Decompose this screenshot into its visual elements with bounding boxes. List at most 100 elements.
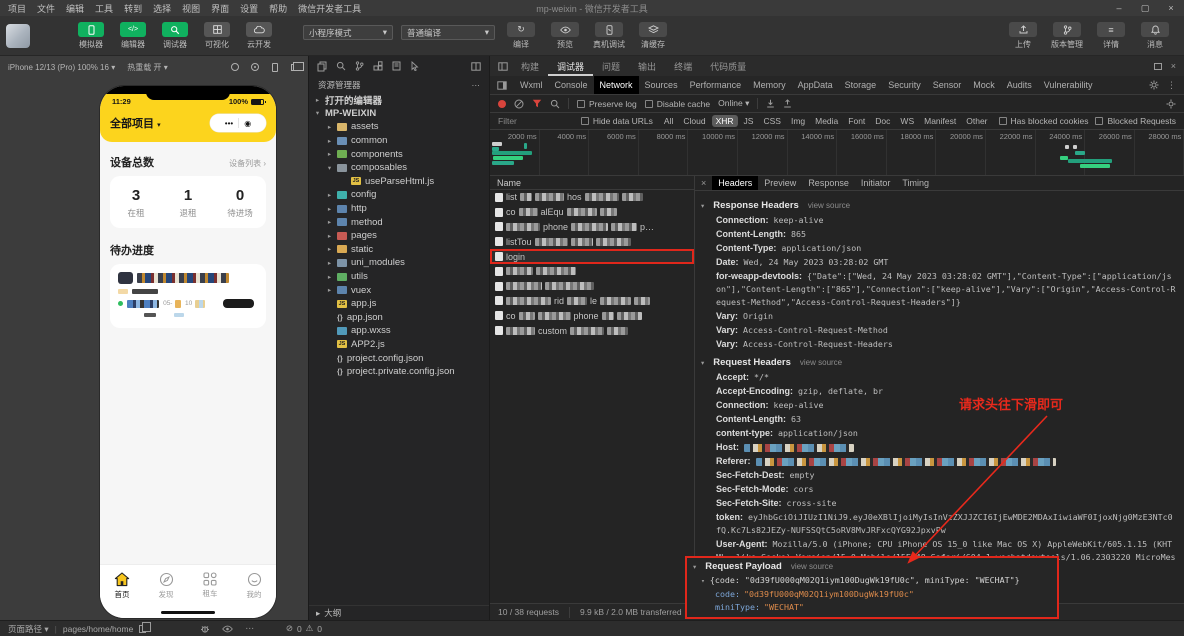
filter-type[interactable]: JS [740, 115, 758, 127]
request-row[interactable]: listhos [490, 190, 694, 205]
compile-button[interactable]: ↻ 编译 [504, 22, 538, 50]
filter-type[interactable]: CSS [759, 115, 784, 127]
message-button[interactable]: 消息 [1138, 22, 1172, 50]
view-source-link[interactable]: view source [808, 201, 850, 210]
stat-item[interactable]: 1 退租 [162, 187, 214, 219]
details-tab[interactable]: Timing [896, 176, 935, 190]
device-select[interactable]: iPhone 12/13 (Pro) 100% 16 ▾ [8, 63, 115, 72]
filter-type[interactable]: Cloud [679, 115, 709, 127]
version-manage-button[interactable]: 版本管理 [1050, 22, 1084, 50]
filter-type[interactable]: Other [962, 115, 991, 127]
minimize-button[interactable]: – [1106, 3, 1132, 14]
request-row[interactable]: login [490, 249, 694, 264]
split-editor-icon[interactable] [471, 62, 481, 71]
tree-item[interactable]: {} project.private.config.json [309, 365, 489, 379]
menu-item[interactable]: 项目 [8, 2, 26, 15]
menu-item[interactable]: 选择 [153, 2, 171, 15]
device-debug-button[interactable]: 真机调试 [592, 22, 626, 50]
devtools-tab[interactable]: Network [594, 76, 639, 94]
simulator-button[interactable]: 模拟器 [74, 22, 108, 50]
tree-item[interactable]: ▸ config [309, 188, 489, 202]
export-har-icon[interactable] [783, 99, 792, 108]
tree-item[interactable]: ▾ composables [309, 161, 489, 175]
request-row[interactable]: cophone [490, 308, 694, 323]
tab-profile[interactable]: 我的 [232, 572, 276, 600]
network-timeline[interactable]: 2000 ms4000 ms6000 ms8000 ms10000 ms1200… [490, 130, 1184, 176]
menu-item[interactable]: 编辑 [66, 2, 84, 15]
collapse-triangle-icon[interactable]: ▾ [701, 359, 704, 367]
tree-item[interactable]: ▾ MP-WEIXIN [309, 107, 489, 121]
rotate-icon[interactable] [230, 62, 240, 72]
blocked-requests-checkbox[interactable]: Blocked Requests [1095, 116, 1176, 126]
clear-cache-button[interactable]: 清缓存 [636, 22, 670, 50]
files-icon[interactable] [317, 61, 327, 72]
filter-funnel-icon[interactable] [532, 99, 542, 108]
record-icon[interactable] [498, 100, 506, 108]
throttling-select[interactable]: Online ▾ [718, 98, 749, 109]
filter-type[interactable]: XHR [712, 115, 738, 127]
clear-icon[interactable] [514, 99, 524, 109]
collapse-triangle-icon[interactable]: ▾ [701, 202, 704, 210]
capsule-button[interactable]: ••• ◉ [210, 114, 266, 132]
tree-item[interactable]: {} app.json [309, 311, 489, 325]
collapse-triangle-icon[interactable]: ▾ [693, 563, 696, 571]
tree-item[interactable]: app.wxss [309, 324, 489, 338]
devtools-tab[interactable]: AppData [792, 76, 839, 94]
filter-type[interactable]: Doc [871, 115, 894, 127]
view-source-link[interactable]: view source [800, 358, 842, 367]
outline-section[interactable]: ▸ 大纲 [309, 605, 489, 620]
problems-indicator[interactable]: ⊘ 0 ⚠ 0 [286, 623, 322, 634]
tree-item[interactable]: ▸ utils [309, 270, 489, 284]
request-row[interactable]: ridle [490, 294, 694, 309]
filter-type[interactable]: Media [811, 115, 842, 127]
filter-input[interactable]: Filter [498, 116, 574, 126]
details-tab[interactable]: Headers [712, 176, 758, 190]
tree-item[interactable]: ▸ 打开的编辑器 [309, 93, 489, 107]
editor-button[interactable]: </> 编辑器 [116, 22, 150, 50]
vconsole-bug-icon[interactable] [200, 624, 210, 634]
locate-icon[interactable] [250, 62, 260, 72]
request-row[interactable]: phonep… [490, 220, 694, 235]
tab-rental[interactable]: 租车 [188, 572, 232, 599]
menu-item[interactable]: 微信开发者工具 [298, 2, 361, 15]
view-source-link[interactable]: view source [791, 562, 833, 571]
copy-icon[interactable] [139, 625, 146, 633]
devtools-tab[interactable]: Storage [839, 76, 883, 94]
editor-tab[interactable]: 终端 [665, 56, 701, 76]
tree-item[interactable]: JS APP2.js [309, 338, 489, 352]
devtools-tab[interactable]: Sources [639, 76, 684, 94]
notebook-icon[interactable] [392, 61, 401, 71]
cloud-dev-button[interactable]: 云开发 [242, 22, 276, 50]
tree-item[interactable]: ▸ common [309, 134, 489, 148]
devtools-tab[interactable]: Vulnerability [1038, 76, 1099, 94]
close-details-icon[interactable]: × [695, 178, 712, 188]
search-icon[interactable] [550, 99, 560, 109]
extensions-icon[interactable] [373, 61, 383, 71]
menu-item[interactable]: 界面 [211, 2, 229, 15]
tree-item[interactable]: ▸ static [309, 243, 489, 257]
import-har-icon[interactable] [766, 99, 775, 108]
filter-type[interactable]: Font [844, 115, 869, 127]
stat-item[interactable]: 3 在租 [110, 187, 162, 219]
visual-button[interactable]: 可视化 [200, 22, 234, 50]
menu-item[interactable]: 帮助 [269, 2, 287, 15]
request-row[interactable]: coalEqu [490, 205, 694, 220]
mode-select[interactable]: 小程序模式 ▾ [303, 25, 393, 40]
tree-item[interactable]: ▸ vuex [309, 283, 489, 297]
source-control-icon[interactable] [355, 61, 364, 71]
maximize-panel-icon[interactable] [1154, 63, 1162, 70]
more-icon[interactable]: ⋯ [245, 623, 254, 634]
compile-mode-select[interactable]: 普通编译 ▾ [401, 25, 495, 40]
search-icon[interactable] [336, 61, 346, 71]
filter-type[interactable]: Manifest [920, 115, 960, 127]
kebab-menu-icon[interactable]: ⋮ [1167, 80, 1176, 91]
todo-card[interactable]: 05- 10 [110, 264, 266, 328]
devtools-tab[interactable]: Performance [684, 76, 748, 94]
stat-item[interactable]: 0 待进场 [214, 187, 266, 219]
inspector-button[interactable]: 调试器 [158, 22, 192, 50]
devtools-tab[interactable]: Memory [747, 76, 792, 94]
filter-type[interactable]: All [660, 115, 677, 127]
tree-item[interactable]: JS app.js [309, 297, 489, 311]
dock-side-icon[interactable] [490, 81, 514, 90]
detail-button[interactable]: ≡ 详情 [1094, 22, 1128, 50]
